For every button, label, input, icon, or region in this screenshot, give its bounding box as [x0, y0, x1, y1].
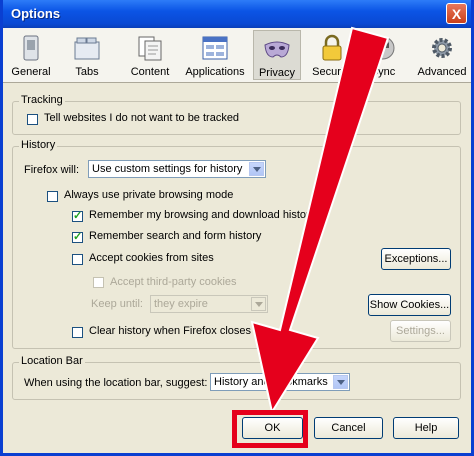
title-bar[interactable]: Options X	[3, 0, 471, 28]
tracking-group-title: Tracking	[19, 94, 65, 106]
suggest-label: When using the location bar, suggest:	[24, 377, 208, 389]
accept-cookies-checkbox[interactable]	[72, 254, 83, 265]
ok-highlight-box	[232, 410, 308, 448]
tab-sync-label: Sync	[370, 66, 396, 78]
remember-search-label: Remember search and form history	[89, 230, 262, 242]
switch-icon	[23, 35, 39, 61]
tab-privacy-label: Privacy	[258, 67, 296, 79]
remember-search-checkbox[interactable]	[72, 230, 83, 243]
history-group-title: History	[19, 139, 58, 151]
help-button[interactable]: Help	[393, 417, 459, 439]
tab-applications-label: Applications	[185, 66, 245, 78]
tab-tabs[interactable]: Tabs	[67, 30, 107, 80]
tab-security[interactable]: Security	[309, 30, 355, 80]
suggest-select[interactable]: History and Bookmarks	[210, 373, 350, 391]
tab-privacy[interactable]: Privacy	[253, 30, 301, 80]
tab-applications[interactable]: Applications	[183, 30, 247, 80]
tab-advanced[interactable]: Advanced	[415, 30, 469, 80]
pane-toolbar: General Tabs Content Applications Privac…	[3, 28, 471, 83]
third-party-cookies-label: Accept third-party cookies	[110, 276, 237, 288]
keep-until-select[interactable]: they expire	[150, 295, 268, 313]
sync-icon	[371, 36, 395, 60]
keep-until-label: Keep until:	[91, 298, 143, 310]
history-mode-select[interactable]: Use custom settings for history	[88, 160, 266, 178]
tab-general[interactable]: General	[7, 30, 55, 80]
chevron-down-icon	[251, 297, 266, 311]
documents-icon	[138, 36, 162, 61]
location-bar-group: Location Bar When using the location bar…	[12, 355, 461, 400]
remember-browsing-label: Remember my browsing and download histor…	[89, 209, 316, 221]
tab-content[interactable]: Content	[125, 30, 175, 80]
exceptions-button[interactable]: Exceptions...	[381, 248, 451, 270]
settings-button[interactable]: Settings...	[390, 320, 451, 342]
chevron-down-icon	[333, 375, 348, 389]
tracking-group: Tracking Tell websites I do not want to …	[12, 94, 461, 135]
history-mode-value: Use custom settings for history	[92, 163, 243, 175]
gear-icon	[432, 38, 452, 58]
accept-cookies-label: Accept cookies from sites	[89, 252, 214, 264]
location-bar-group-title: Location Bar	[19, 355, 85, 367]
keep-until-value: they expire	[154, 298, 208, 310]
chevron-down-icon	[249, 162, 264, 176]
tab-sync[interactable]: Sync	[363, 30, 403, 80]
close-button[interactable]: X	[446, 3, 467, 24]
clear-history-checkbox[interactable]	[72, 327, 83, 338]
firefox-will-label: Firefox will:	[24, 164, 80, 176]
mask-icon	[264, 41, 290, 58]
remember-browsing-checkbox[interactable]	[72, 209, 83, 222]
options-dialog: Options X General Tabs Content Applicati…	[0, 0, 474, 456]
private-mode-label: Always use private browsing mode	[64, 189, 234, 201]
history-group: History Firefox will: Use custom setting…	[12, 139, 461, 349]
dnt-label: Tell websites I do not want to be tracke…	[44, 112, 240, 124]
padlock-icon	[322, 34, 342, 61]
tab-general-label: General	[11, 66, 51, 78]
dnt-checkbox[interactable]	[27, 114, 38, 125]
tab-content-label: Content	[130, 66, 170, 78]
folder-tabs-icon	[74, 37, 100, 60]
application-window-icon	[202, 36, 228, 60]
clear-history-label: Clear history when Firefox closes	[89, 325, 252, 337]
tab-security-label: Security	[312, 66, 352, 78]
third-party-cookies-checkbox[interactable]	[93, 277, 104, 288]
cancel-button[interactable]: Cancel	[314, 417, 383, 439]
tab-advanced-label: Advanced	[417, 66, 467, 78]
suggest-value: History and Bookmarks	[214, 376, 328, 388]
tab-tabs-label: Tabs	[75, 66, 99, 78]
private-mode-checkbox[interactable]	[47, 191, 58, 202]
window-title: Options	[11, 6, 61, 21]
show-cookies-button[interactable]: Show Cookies...	[368, 294, 451, 316]
